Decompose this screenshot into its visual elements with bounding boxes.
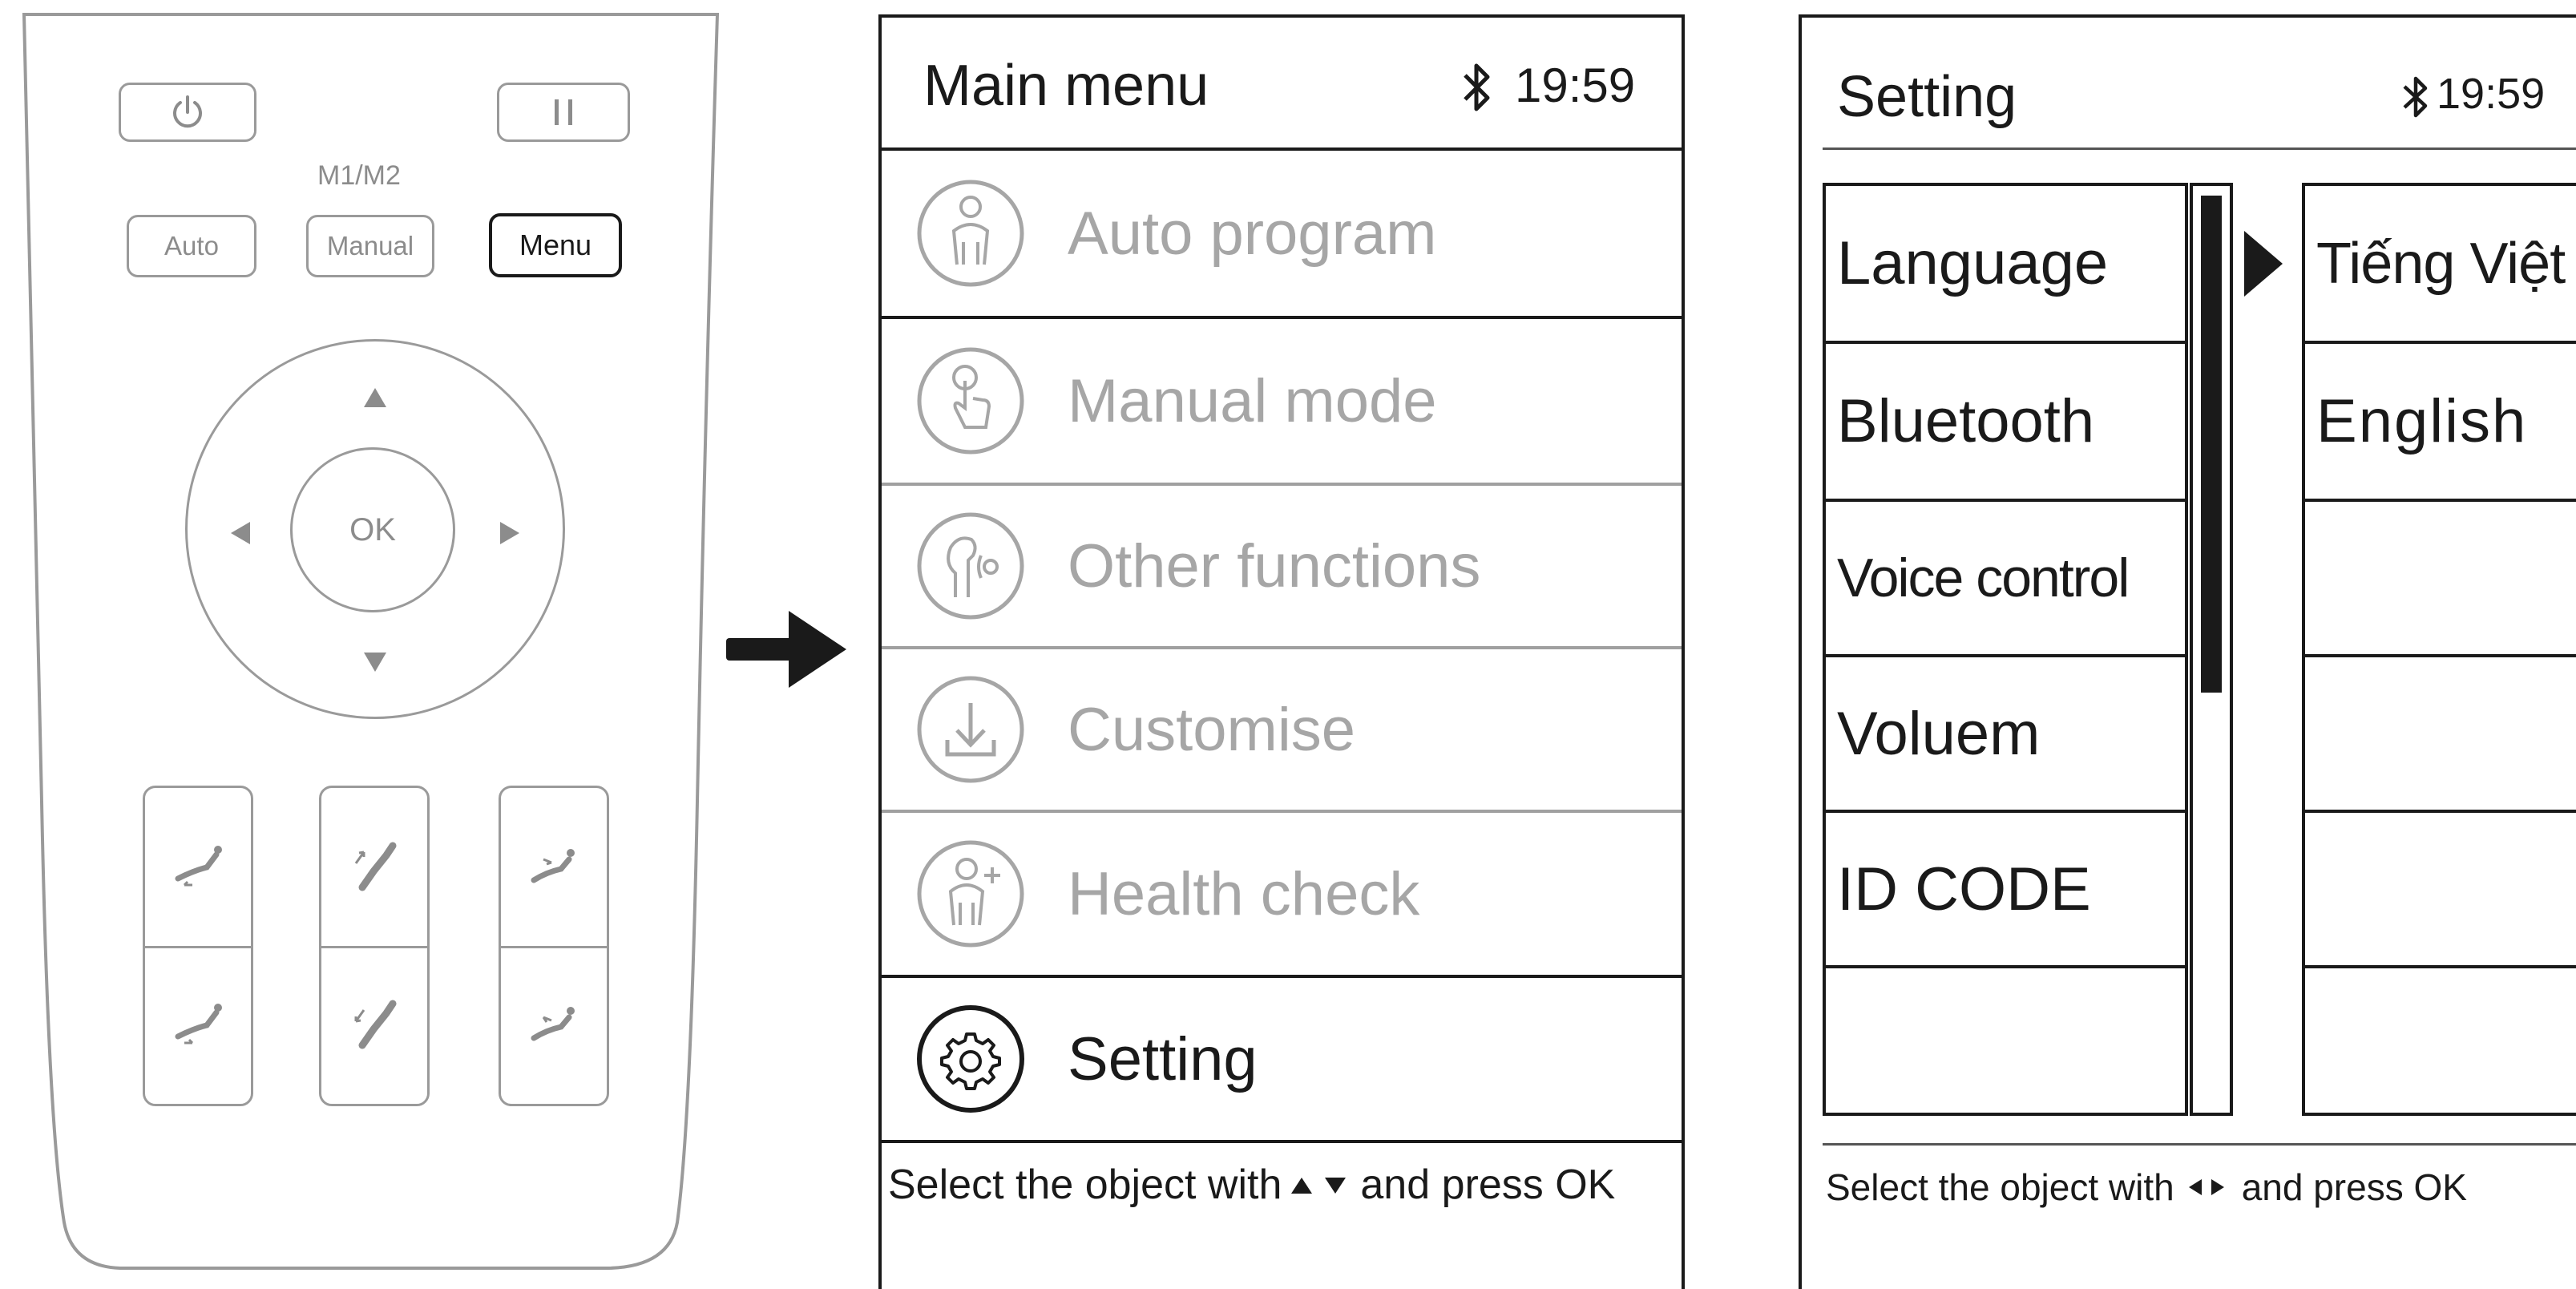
clock: 19:59 [2437, 70, 2546, 118]
option-empty[interactable] [2305, 813, 2576, 965]
triangle-down-icon [1325, 1178, 1347, 1194]
settings-item-voice-control[interactable]: Voice control [1826, 502, 2185, 654]
recline-up-icon [175, 845, 222, 886]
settings-footer: Select the object with and press OK [1826, 1166, 2467, 1209]
option-empty[interactable] [2305, 502, 2576, 654]
page-title: Main menu [923, 54, 1209, 118]
main-menu-screen: Main menu 19:59 Auto program Manual mode [878, 14, 1685, 1289]
footer-text: Select the object with [888, 1162, 1282, 1208]
zero-gravity-up-icon [531, 848, 575, 883]
remote-control: M1/M2 Auto Manual Menu OK [0, 0, 737, 1273]
scrollbar[interactable] [2190, 183, 2233, 1116]
person-icon [917, 180, 1024, 287]
power-button[interactable] [119, 83, 256, 142]
zero-gravity-pad [499, 786, 609, 1106]
zero-gravity-down-button[interactable] [501, 946, 607, 1104]
legrest-up-button[interactable] [321, 788, 427, 946]
menu-item-label: Other functions [1068, 531, 1481, 600]
settings-list: Language Bluetooth Voice control Voluem … [1823, 183, 2188, 1116]
footer-text: Select the object with [1826, 1166, 2174, 1208]
bluetooth-icon [2403, 76, 2428, 118]
settings-screen: Setting 19:59 Language Bluetooth Voice c… [1799, 14, 2576, 1289]
menu-item-label: Health check [1068, 859, 1420, 928]
dpad-right-button[interactable] [495, 515, 524, 551]
footer-divider [1823, 1143, 2576, 1146]
auto-button[interactable]: Auto [127, 215, 256, 277]
triangle-up-icon [364, 388, 386, 407]
head-wave-icon [917, 512, 1024, 620]
menu-item-customise[interactable]: Customise [882, 649, 1682, 810]
settings-item-id-code[interactable]: ID CODE [1826, 813, 2185, 965]
selection-pointer-icon [2244, 231, 2283, 297]
backrest-down-button[interactable] [145, 946, 251, 1104]
menu-item-label: Auto program [1068, 199, 1437, 268]
dpad-down-button[interactable] [357, 648, 393, 677]
pause-icon [555, 99, 572, 125]
main-menu-footer: Select the object with and press OK [888, 1161, 1682, 1209]
legrest-up-icon [354, 842, 397, 891]
menu-item-health-check[interactable]: Health check [882, 813, 1682, 975]
legrest-pad [319, 786, 430, 1106]
page-title: Setting [1837, 65, 2017, 129]
option-vietnamese[interactable]: Tiếng Việt [2305, 186, 2576, 341]
menu-item-label: Manual mode [1068, 366, 1437, 435]
clock: 19:59 [1515, 59, 1636, 112]
recline-down-icon [175, 1003, 222, 1044]
triangle-left-icon [231, 522, 250, 544]
menu-item-label: Customise [1068, 695, 1355, 764]
gear-icon [917, 1005, 1024, 1113]
options-list: Tiếng Việt English [2302, 183, 2576, 1116]
settings-item-language[interactable]: Language [1826, 186, 2185, 341]
bluetooth-icon [1464, 63, 1490, 111]
settings-item-volume[interactable]: Voluem [1826, 657, 2185, 810]
manual-button[interactable]: Manual [306, 215, 434, 277]
person-plus-icon [917, 840, 1024, 948]
menu-item-label: Setting [1068, 1024, 1258, 1093]
download-icon [917, 676, 1024, 783]
backrest-up-button[interactable] [145, 788, 251, 946]
triangle-down-icon [364, 653, 386, 672]
option-english[interactable]: English [2305, 344, 2576, 499]
menu-button[interactable]: Menu [489, 213, 622, 277]
settings-item-empty[interactable] [1826, 968, 2185, 1113]
hand-touch-icon [917, 347, 1024, 455]
footer-text: and press OK [2241, 1166, 2467, 1208]
pause-button[interactable] [497, 83, 630, 142]
dpad-up-button[interactable] [357, 383, 393, 412]
triangle-left-icon [2188, 1179, 2202, 1195]
triangle-up-icon [1291, 1178, 1313, 1194]
triangle-right-icon [500, 522, 519, 544]
dpad-left-button[interactable] [226, 515, 255, 551]
zero-gravity-down-icon [531, 1006, 575, 1040]
menu-item-setting[interactable]: Setting [882, 978, 1682, 1140]
footer-text: and press OK [1360, 1162, 1616, 1208]
scrollbar-thumb[interactable] [2201, 196, 2222, 693]
zero-gravity-up-button[interactable] [501, 788, 607, 946]
settings-item-bluetooth[interactable]: Bluetooth [1826, 344, 2185, 499]
backrest-pad [143, 786, 253, 1106]
menu-item-other-functions[interactable]: Other functions [882, 486, 1682, 646]
option-empty[interactable] [2305, 968, 2576, 1113]
power-icon [173, 95, 202, 128]
menu-item-manual-mode[interactable]: Manual mode [882, 319, 1682, 483]
ok-button[interactable]: OK [290, 447, 455, 612]
triangle-right-icon [2211, 1179, 2224, 1195]
menu-item-auto-program[interactable]: Auto program [882, 151, 1682, 316]
legrest-down-button[interactable] [321, 946, 427, 1104]
main-menu-header: Main menu 19:59 [882, 18, 1682, 147]
header-divider [1823, 147, 2576, 150]
right-arrow-icon [726, 611, 846, 688]
legrest-down-icon [354, 1000, 397, 1049]
option-empty[interactable] [2305, 657, 2576, 810]
m1m2-label: M1/M2 [317, 160, 401, 191]
